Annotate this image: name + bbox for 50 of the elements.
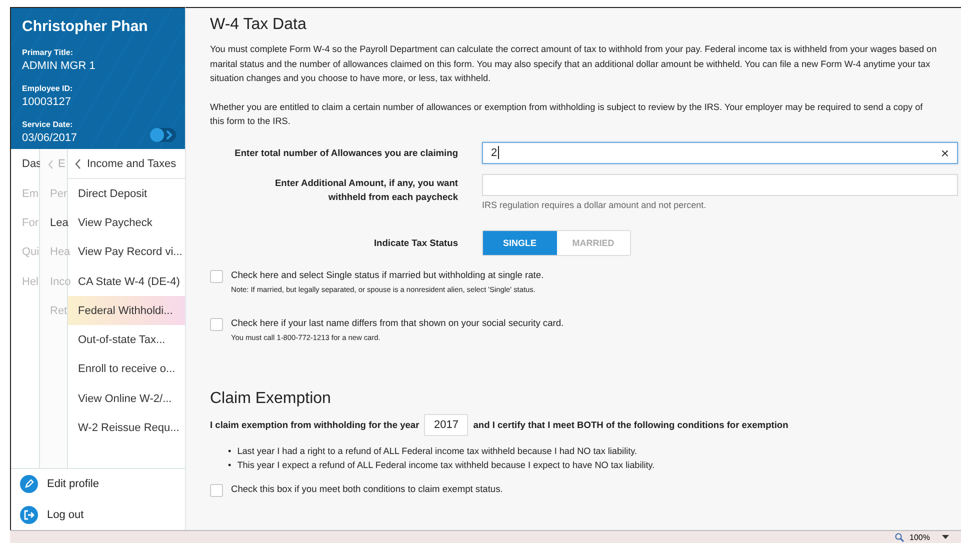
page-title: W-4 Tax Data <box>210 16 308 34</box>
zoom-icon <box>894 532 904 542</box>
field-label: Indicate Tax Status <box>374 236 458 250</box>
section-title: Claim Exemption <box>210 390 331 408</box>
edit-profile-button[interactable]: Edit profile <box>20 475 185 493</box>
exemption-text: I claim exemption from withholding for the year <box>210 420 420 430</box>
checkbox[interactable] <box>210 484 223 496</box>
nav-header[interactable]: Income and Taxes <box>87 158 176 170</box>
pencil-icon <box>20 475 38 493</box>
exit-icon <box>20 506 38 524</box>
additional-amount-field[interactable] <box>482 174 958 196</box>
clear-button[interactable]: × <box>940 144 949 160</box>
year-field[interactable]: 2017 <box>424 414 468 436</box>
checkbox-label: Check here if your last name differs from that shown on your social security card. <box>231 318 564 328</box>
nav-item[interactable]: W-2 Reissue Requ... <box>68 413 185 443</box>
nav-item[interactable]: Out-of-state Tax... <box>68 325 185 355</box>
status-option[interactable]: SINGLE <box>483 230 556 254</box>
bullet-text: Last year I had a right to a refund of ALL Federal income tax withheld because I had NO tax liability. <box>237 444 638 458</box>
nav-item[interactable]: Enroll to receive o... <box>68 354 185 384</box>
field-label: Employee ID: <box>22 84 73 93</box>
field-value: 03/06/2017 <box>22 132 78 144</box>
nav-item[interactable]: Direct Deposit <box>68 179 185 208</box>
employee-name: Christopher Phan <box>22 18 148 35</box>
field-label: Service Date: <box>22 120 73 129</box>
field-label: Primary Title: <box>22 48 73 57</box>
nav-item[interactable]: View Paycheck <box>68 208 185 238</box>
paragraph: Whether you are entitled to claim a certain number of allowances or exemption from withholding is subject to review by the IRS. Your employer may be required to send a copy of this form to the IRS. <box>210 100 924 128</box>
zoom-level[interactable]: 100% <box>910 532 930 542</box>
logout-button[interactable]: Log out <box>20 506 185 524</box>
hint-text: IRS regulation requires a dollar amount and not percent. <box>482 200 706 210</box>
nav-item[interactable]: Lea <box>40 208 67 238</box>
bullet-mark: • <box>228 444 232 458</box>
bullet-text: This year I expect a refund of ALL Federal income tax withheld because I expect to have NO tax liability. <box>237 458 655 472</box>
field-label: Enter Additional Amount, if any, you want withheld from each paycheck <box>274 176 458 204</box>
caret-icon[interactable] <box>942 535 949 539</box>
checkbox-label: Check here and select Single status if married but withholding at single rate. <box>231 270 544 280</box>
toggle-icon[interactable] <box>148 127 176 143</box>
checkbox-label: Check this box if you meet both conditions to claim exempt status. <box>231 484 503 494</box>
field-value: ADMIN MGR 1 <box>22 60 96 72</box>
nav-item[interactable]: View Online W-2/... <box>68 384 185 414</box>
checkbox[interactable] <box>210 270 223 282</box>
bullet-mark: • <box>228 458 232 472</box>
allowances-field[interactable]: 2 × <box>482 142 958 164</box>
field-label: Enter total number of Allowances you are claiming <box>234 146 458 160</box>
exemption-text: and I certify that I meet BOTH of the following conditions for exemption <box>473 420 788 430</box>
paragraph: You must complete Form W-4 so the Payroll Department can calculate the correct amount of tax to withhold from your pay. Federal income tax is withheld from your wages based on marital status and the number of allowances claimed on this form. You may also specify that an additional dollar amount be withheld. You can file a new Form W-4 anytime your tax situation changes and you choose to have more, or less, tax withheld. <box>210 43 937 85</box>
nav-item[interactable]: Federal Withholdi... <box>68 296 185 326</box>
field-value: 10003127 <box>22 96 71 108</box>
back-icon[interactable] <box>75 158 81 168</box>
checkbox[interactable] <box>210 318 223 330</box>
